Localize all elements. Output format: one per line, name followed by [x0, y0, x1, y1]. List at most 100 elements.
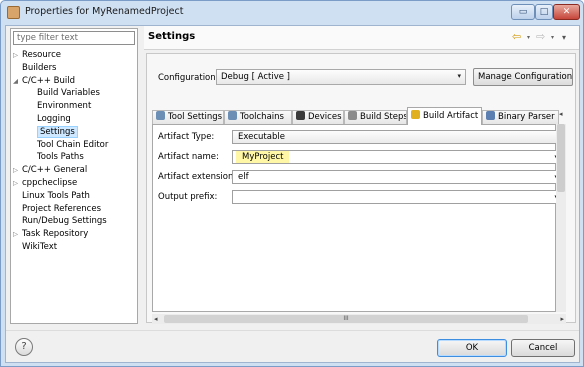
tree-item-label: Resource — [22, 50, 61, 60]
tab-label: Build Steps — [360, 112, 407, 122]
configuration-value: Debug [ Active ] — [221, 72, 290, 82]
close-button[interactable]: ✕ — [553, 4, 580, 20]
build-steps-icon — [348, 111, 357, 120]
vertical-scrollbar[interactable] — [556, 124, 566, 312]
ok-button[interactable]: OK — [437, 339, 507, 357]
minimize-button[interactable]: ▭ — [511, 4, 535, 20]
configuration-select[interactable]: Debug [ Active ] ▾ — [216, 69, 466, 85]
artifact-type-value: Executable — [238, 132, 285, 142]
collapsed-arrow-icon[interactable]: ▷ — [13, 164, 18, 177]
tab-devices[interactable]: Devices — [292, 110, 344, 124]
cancel-button[interactable]: Cancel — [511, 339, 575, 357]
tree-item-linux-tools-path[interactable]: Linux Tools Path — [13, 190, 137, 203]
tree-item-label: Tool Chain Editor — [37, 139, 109, 150]
toolchains-icon — [228, 111, 237, 120]
devices-icon — [296, 111, 305, 120]
forward-arrow-icon[interactable]: ⇨ — [536, 30, 545, 43]
manage-configurations-button[interactable]: Manage Configurations... — [473, 68, 573, 86]
collapsed-arrow-icon[interactable]: ▷ — [13, 228, 18, 241]
view-menu-icon[interactable]: ▾ — [562, 33, 566, 42]
tab-toolchains[interactable]: Toolchains — [224, 110, 292, 124]
settings-content: Configuration: Debug [ Active ] ▾ Manage… — [146, 53, 576, 324]
tree-item-label: WikiText — [22, 241, 58, 252]
binary-parser-icon — [486, 111, 495, 120]
artifact-name-label: Artifact name: — [158, 152, 219, 162]
artifact-type-label: Artifact Type: — [158, 132, 215, 142]
tree-item-logging[interactable]: Logging — [13, 113, 137, 126]
tab-label: Toolchains — [240, 112, 284, 122]
artifact-extension-field[interactable]: elf ▾ — [232, 170, 563, 184]
tree-item-label: Builders — [22, 62, 57, 73]
artifact-name-value: MyProject — [236, 151, 290, 163]
tab-build-steps[interactable]: Build Steps — [344, 110, 407, 124]
tab-binary-parser[interactable]: Binary Parser — [482, 110, 559, 124]
dialog-footer: ? OK Cancel — [6, 330, 579, 362]
tree-item-tools-paths[interactable]: Tools Paths — [13, 151, 137, 164]
tree-item-label: Linux Tools Path — [22, 190, 90, 201]
collapsed-arrow-icon[interactable]: ▷ — [13, 177, 18, 190]
scroll-right-icon[interactable]: ▸ — [560, 314, 564, 324]
tree-item-label: C/C++ Build — [22, 75, 76, 86]
forward-history-caret-icon[interactable]: ▾ — [551, 34, 554, 41]
tree-item-label: Tools Paths — [37, 152, 84, 163]
scroll-left-icon[interactable]: ◂ — [154, 314, 158, 324]
property-tree: ▷ Resource Builders ◢ C/C++ Build Build Varia… — [13, 49, 137, 254]
horizontal-scrollbar[interactable]: ◂ III ▸ — [152, 314, 566, 324]
configuration-label: Configuration: — [158, 73, 219, 83]
chevron-down-icon: ▾ — [457, 72, 461, 80]
vertical-scroll-thumb[interactable] — [557, 124, 565, 192]
tab-build-artifact[interactable]: Build Artifact — [407, 107, 482, 125]
dialog-client-area: type filter text ▷ Resource Builders ◢ C/C++… — [5, 25, 580, 363]
tree-item-environment[interactable]: Environment — [13, 100, 137, 113]
artifact-type-select[interactable]: Executable — [232, 130, 563, 144]
tree-item-tool-chain-editor[interactable]: Tool Chain Editor — [13, 139, 137, 152]
tree-item-label: cppcheclipse — [22, 177, 78, 188]
tree-item-label: C/C++ General — [22, 165, 88, 176]
tree-item-build-variables[interactable]: Build Variables — [13, 87, 137, 100]
tree-item-run-debug-settings[interactable]: Run/Debug Settings — [13, 215, 137, 228]
settings-tabs: ◂ Tool Settings Toolchains Devices Build St… — [152, 107, 566, 125]
property-tree-panel: type filter text ▷ Resource Builders ◢ C/C++… — [10, 28, 138, 324]
tree-item-resource[interactable]: ▷ Resource — [13, 49, 137, 62]
artifact-extension-value: elf — [238, 172, 249, 182]
tree-item-cppcheclipse[interactable]: ▷ cppcheclipse — [13, 177, 137, 190]
tree-item-label: Run/Debug Settings — [22, 216, 107, 227]
help-icon[interactable]: ? — [15, 338, 33, 356]
maximize-button[interactable]: □ — [535, 4, 553, 20]
horizontal-scroll-thumb[interactable]: III — [164, 315, 528, 323]
tab-label: Devices — [308, 112, 342, 122]
properties-dialog: Properties for MyRenamedProject ▭ □ ✕ ty… — [0, 0, 584, 367]
tree-item-task-repository[interactable]: ▷ Task Repository — [13, 228, 137, 241]
tree-item-label: Project References — [22, 203, 102, 214]
tab-scroll-left-icon[interactable]: ◂ — [559, 110, 563, 118]
tool-settings-icon — [156, 111, 165, 120]
tree-item-c-c-general[interactable]: ▷ C/C++ General — [13, 164, 137, 177]
filter-input[interactable]: type filter text — [13, 31, 135, 45]
artifact-name-field[interactable]: MyProject ▾ — [232, 150, 563, 164]
tree-item-settings[interactable]: Settings — [13, 125, 137, 139]
page-header: Settings ⇦ ▾ ⇨ ▾ ▾ — [144, 26, 579, 50]
tree-item-label: Settings — [37, 125, 78, 138]
title-bar[interactable]: Properties for MyRenamedProject ▭ □ ✕ — [1, 1, 583, 25]
tree-item-label: Build Variables — [37, 88, 100, 99]
tab-label: Tool Settings — [168, 112, 223, 122]
tree-item-wikitext[interactable]: WikiText — [13, 241, 137, 254]
tab-tool-settings[interactable]: Tool Settings — [152, 110, 224, 124]
build-artifact-panel: Artifact Type: Executable Artifact name:… — [152, 124, 563, 312]
collapsed-arrow-icon[interactable]: ▷ — [13, 49, 18, 62]
tree-item-project-references[interactable]: Project References — [13, 203, 137, 216]
settings-page: Settings ⇦ ▾ ⇨ ▾ ▾ Configuration: Debug … — [144, 26, 579, 324]
window-title: Properties for MyRenamedProject — [25, 6, 184, 17]
expanded-arrow-icon[interactable]: ◢ — [13, 75, 18, 88]
output-prefix-field[interactable]: ▾ — [232, 190, 563, 204]
back-arrow-icon[interactable]: ⇦ — [512, 30, 521, 43]
page-title: Settings — [148, 31, 196, 42]
back-history-caret-icon[interactable]: ▾ — [527, 34, 530, 41]
tree-item-builders[interactable]: Builders — [13, 62, 137, 75]
tree-item-c-c-build[interactable]: ◢ C/C++ Build — [13, 75, 137, 88]
tab-label: Binary Parser — [498, 112, 555, 122]
artifact-extension-label: Artifact extension: — [158, 172, 237, 182]
tree-item-label: Logging — [37, 113, 71, 124]
build-artifact-icon — [411, 110, 420, 119]
tree-item-label: Environment — [37, 101, 92, 112]
